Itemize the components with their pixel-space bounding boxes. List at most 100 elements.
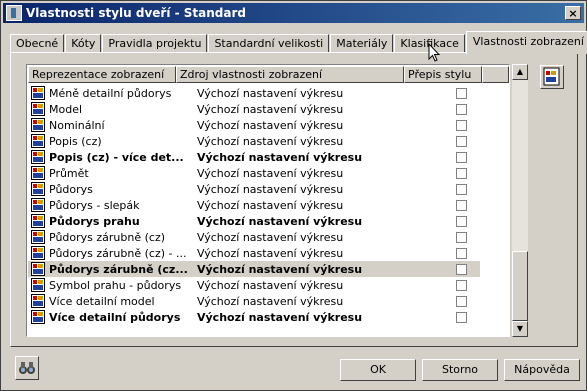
- representation-name: Půdorys prahu: [49, 214, 140, 228]
- tab-strip: Obecné Kóty Pravidla projektu Standardní…: [10, 31, 587, 54]
- representation-name: Průmět: [49, 166, 89, 180]
- title-bar[interactable]: Vlastnosti stylu dveří - Standard ×: [3, 3, 584, 23]
- style-override-checkbox[interactable]: [456, 103, 467, 115]
- display-representation-icon: [31, 294, 45, 308]
- table-row[interactable]: Průmět Výchozí nastavení výkresu: [28, 165, 480, 181]
- display-representation-icon: [31, 118, 45, 132]
- representation-name: Model: [49, 102, 83, 116]
- display-representation-icon: [31, 246, 45, 260]
- header-override[interactable]: Přepis stylu: [404, 66, 482, 83]
- representation-name: Méně detailní půdorys: [49, 86, 172, 100]
- table-row[interactable]: Více detailní model Výchozí nastavení výk…: [28, 293, 480, 309]
- display-representation-icon: [31, 262, 45, 276]
- style-override-checkbox[interactable]: [456, 263, 467, 275]
- help-search-button[interactable]: [15, 356, 39, 380]
- display-representation-icon: [31, 230, 45, 244]
- style-override-checkbox[interactable]: [456, 215, 467, 227]
- display-source[interactable]: Výchozí nastavení výkresu: [194, 311, 427, 324]
- style-override-checkbox[interactable]: [456, 231, 467, 243]
- scroll-thumb[interactable]: [512, 251, 528, 321]
- tab-koty[interactable]: Kóty: [65, 34, 102, 53]
- table-row[interactable]: Půdorys - slepák Výchozí nastavení výkres…: [28, 197, 480, 213]
- display-source[interactable]: Výchozí nastavení výkresu: [194, 295, 427, 308]
- table-row[interactable]: Půdorys Výchozí nastavení výkresu: [28, 181, 480, 197]
- table-row[interactable]: Symbol prahu - půdorys Výchozí nastavení …: [28, 277, 480, 293]
- ok-button[interactable]: OK: [340, 359, 416, 381]
- binoculars-icon: [19, 362, 35, 374]
- style-override-checkbox[interactable]: [456, 247, 467, 259]
- style-override-checkbox[interactable]: [456, 183, 467, 195]
- style-override-checkbox[interactable]: [456, 167, 467, 179]
- display-source[interactable]: Výchozí nastavení výkresu: [194, 263, 427, 276]
- representation-name: Nominální: [49, 118, 105, 132]
- display-representation-icon: [31, 214, 45, 228]
- table-row[interactable]: Půdorys zárubně (cz) Výchozí nastavení vý…: [28, 229, 480, 245]
- table-row[interactable]: Model Výchozí nastavení výkresu: [28, 101, 480, 117]
- dialog-window: Vlastnosti stylu dveří - Standard × Obec…: [0, 0, 587, 391]
- tab-pravidla-projektu[interactable]: Pravidla projektu: [102, 34, 208, 53]
- table-row[interactable]: Půdorys prahu Výchozí nastavení výkresu: [28, 213, 480, 229]
- representation-name: Půdorys zárubně (cz): [49, 230, 166, 244]
- representation-name: Popis (cz): [49, 134, 102, 148]
- window-title: Vlastnosti stylu dveří - Standard: [26, 6, 247, 20]
- representation-name: Půdorys zárubně (cz) - ...: [49, 246, 187, 260]
- header-representation[interactable]: Reprezentace zobrazení: [28, 66, 176, 83]
- display-source[interactable]: Výchozí nastavení výkresu: [194, 199, 427, 212]
- style-override-checkbox[interactable]: [456, 279, 467, 291]
- tab-standardni-velikosti[interactable]: Standardní velikosti: [208, 34, 330, 53]
- mouse-cursor-icon: [428, 43, 440, 62]
- display-source[interactable]: Výchozí nastavení výkresu: [194, 135, 427, 148]
- table-row[interactable]: Méně detailní půdorys Výchozí nastavení v…: [28, 85, 480, 101]
- display-source[interactable]: Výchozí nastavení výkresu: [194, 183, 427, 196]
- representation-name: Symbol prahu - půdorys: [49, 278, 182, 292]
- tab-obecne[interactable]: Obecné: [10, 34, 65, 53]
- representation-name: Půdorys zárubně (cz...: [49, 262, 188, 276]
- display-source[interactable]: Výchozí nastavení výkresu: [194, 151, 427, 164]
- representation-name: Popis (cz) - více det...: [49, 150, 184, 164]
- display-source[interactable]: Výchozí nastavení výkresu: [194, 279, 427, 292]
- display-representation-icon: [31, 86, 45, 100]
- header-filler: [482, 66, 509, 83]
- style-override-checkbox[interactable]: [456, 135, 467, 147]
- edit-display-properties-icon: [543, 67, 560, 86]
- scroll-up-button[interactable]: ▲: [512, 64, 528, 80]
- scroll-down-button[interactable]: ▼: [512, 321, 528, 337]
- close-button[interactable]: ×: [565, 6, 581, 20]
- table-row[interactable]: Popis (cz) Výchozí nastavení výkresu: [28, 133, 480, 149]
- help-button[interactable]: Nápověda: [504, 359, 580, 381]
- display-representation-icon: [31, 198, 45, 212]
- display-source[interactable]: Výchozí nastavení výkresu: [194, 215, 427, 228]
- style-override-checkbox[interactable]: [456, 295, 467, 307]
- edit-display-properties-button[interactable]: [540, 65, 564, 89]
- table-row[interactable]: Nominální Výchozí nastavení výkresu: [28, 117, 480, 133]
- style-override-checkbox[interactable]: [456, 87, 467, 99]
- tab-materialy[interactable]: Materiály: [330, 34, 394, 53]
- table-row[interactable]: Více detailní půdorys Výchozí nastavení v…: [28, 309, 480, 325]
- table-row[interactable]: Půdorys zárubně (cz... Výchozí nastavení …: [28, 261, 480, 277]
- grid-header: Reprezentace zobrazení Zdroj vlastnosti …: [28, 66, 509, 83]
- display-source[interactable]: Výchozí nastavení výkresu: [194, 119, 427, 132]
- display-source[interactable]: Výchozí nastavení výkresu: [194, 231, 427, 244]
- representation-name: Půdorys - slepák: [49, 198, 140, 212]
- display-representation-icon: [31, 102, 45, 116]
- display-source[interactable]: Výchozí nastavení výkresu: [194, 247, 427, 260]
- style-override-checkbox[interactable]: [456, 151, 467, 163]
- display-representations-grid: Reprezentace zobrazení Zdroj vlastnosti …: [26, 64, 510, 337]
- grid-rows: Méně detailní půdorys Výchozí nastavení v…: [28, 85, 480, 325]
- header-source[interactable]: Zdroj vlastnosti zobrazení: [176, 66, 404, 83]
- representation-name: Půdorys: [49, 182, 93, 196]
- table-row[interactable]: Popis (cz) - více det... Výchozí nastaven…: [28, 149, 480, 165]
- tab-vlastnosti-zobrazeni[interactable]: Vlastnosti zobrazení: [465, 31, 587, 54]
- display-representation-icon: [31, 166, 45, 180]
- style-override-checkbox[interactable]: [456, 311, 467, 323]
- style-override-checkbox[interactable]: [456, 119, 467, 131]
- display-source[interactable]: Výchozí nastavení výkresu: [194, 87, 427, 100]
- table-row[interactable]: Půdorys zárubně (cz) - ... Výchozí nastav…: [28, 245, 480, 261]
- display-representation-icon: [31, 134, 45, 148]
- display-source[interactable]: Výchozí nastavení výkresu: [194, 167, 427, 180]
- cancel-button[interactable]: Storno: [422, 359, 498, 381]
- style-override-checkbox[interactable]: [456, 199, 467, 211]
- vertical-scrollbar[interactable]: ▲ ▼: [512, 64, 528, 337]
- display-source[interactable]: Výchozí nastavení výkresu: [194, 103, 427, 116]
- display-representation-icon: [31, 310, 45, 324]
